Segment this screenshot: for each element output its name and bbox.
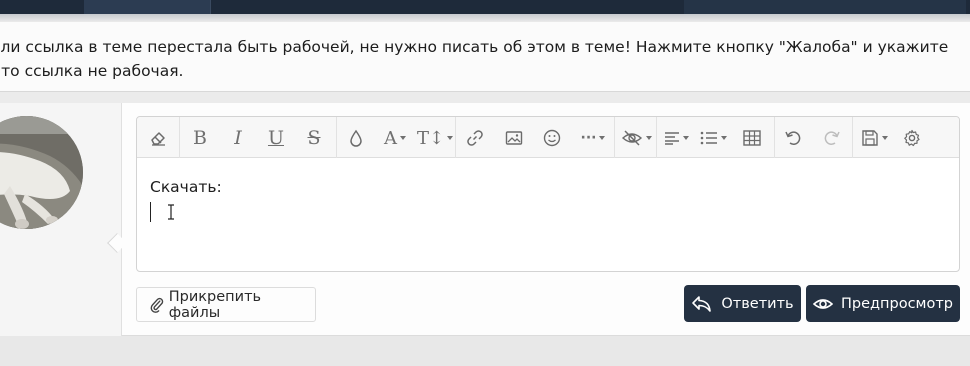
link-icon[interactable]	[462, 125, 488, 151]
editor-toolbar: B I U S A T↕ ···	[137, 117, 959, 158]
user-cell	[0, 103, 122, 336]
settings-gear-icon[interactable]	[899, 125, 925, 151]
redo-icon[interactable]	[819, 125, 845, 151]
toolbar-separator	[614, 117, 615, 158]
nav-right-section[interactable]	[684, 0, 966, 14]
list-icon[interactable]	[697, 125, 729, 151]
notice-text: сли ссылка в теме перестала быть рабочей…	[0, 38, 949, 80]
quick-reply-row: B I U S A T↕ ··· Скачать: Прикрепить фай…	[0, 103, 970, 336]
table-icon[interactable]	[739, 125, 765, 151]
font-size-icon[interactable]: T↕	[417, 125, 454, 151]
toolbar-separator	[656, 117, 657, 158]
image-icon[interactable]	[501, 125, 527, 151]
toolbar-separator	[336, 117, 337, 158]
ibeam-cursor-icon	[168, 204, 174, 220]
drafts-icon[interactable]	[857, 125, 891, 151]
page-bottom-strip	[0, 336, 970, 366]
bold-icon[interactable]: B	[187, 125, 213, 151]
attach-files-button[interactable]: Прикрепить файлы	[136, 287, 316, 322]
avatar[interactable]	[0, 116, 83, 229]
undo-icon[interactable]	[780, 125, 806, 151]
italic-icon[interactable]: I	[225, 125, 251, 151]
color-drop-icon[interactable]	[343, 125, 369, 151]
preview-label: Предпросмотр	[840, 295, 954, 312]
underline-icon[interactable]: U	[263, 125, 289, 151]
rich-text-editor[interactable]: B I U S A T↕ ··· Скачать:	[136, 116, 960, 272]
align-icon[interactable]	[661, 125, 691, 151]
more-icon[interactable]: ···	[577, 125, 609, 151]
section-gap	[0, 92, 970, 103]
reply-label: Ответить	[721, 295, 794, 312]
attach-files-label: Прикрепить файлы	[168, 288, 262, 321]
notice-block: сли ссылка в теме перестала быть рабочей…	[0, 22, 970, 92]
editor-content-area[interactable]: Скачать:	[137, 158, 959, 271]
eraser-icon[interactable]	[145, 125, 171, 151]
paperclip-icon	[150, 297, 164, 313]
toolbar-separator	[774, 117, 775, 158]
hide-content-icon[interactable]	[619, 125, 653, 151]
editor-text-line: Скачать:	[150, 178, 222, 196]
toolbar-separator	[179, 117, 180, 158]
strikethrough-icon[interactable]: S	[301, 125, 327, 151]
nav-tab-active[interactable]	[84, 0, 210, 14]
reply-button[interactable]: Ответить	[684, 285, 801, 322]
topbar-shadow	[0, 14, 970, 22]
top-navigation-bar	[0, 0, 970, 14]
eye-icon	[812, 298, 833, 309]
text-cursor	[150, 202, 151, 222]
preview-button[interactable]: Предпросмотр	[806, 285, 960, 322]
toolbar-separator	[455, 117, 456, 158]
nav-separator	[210, 0, 211, 14]
reply-arrow-icon	[692, 295, 712, 312]
font-family-icon[interactable]: A	[379, 125, 411, 151]
toolbar-separator	[852, 117, 853, 158]
smiley-icon[interactable]	[539, 125, 565, 151]
